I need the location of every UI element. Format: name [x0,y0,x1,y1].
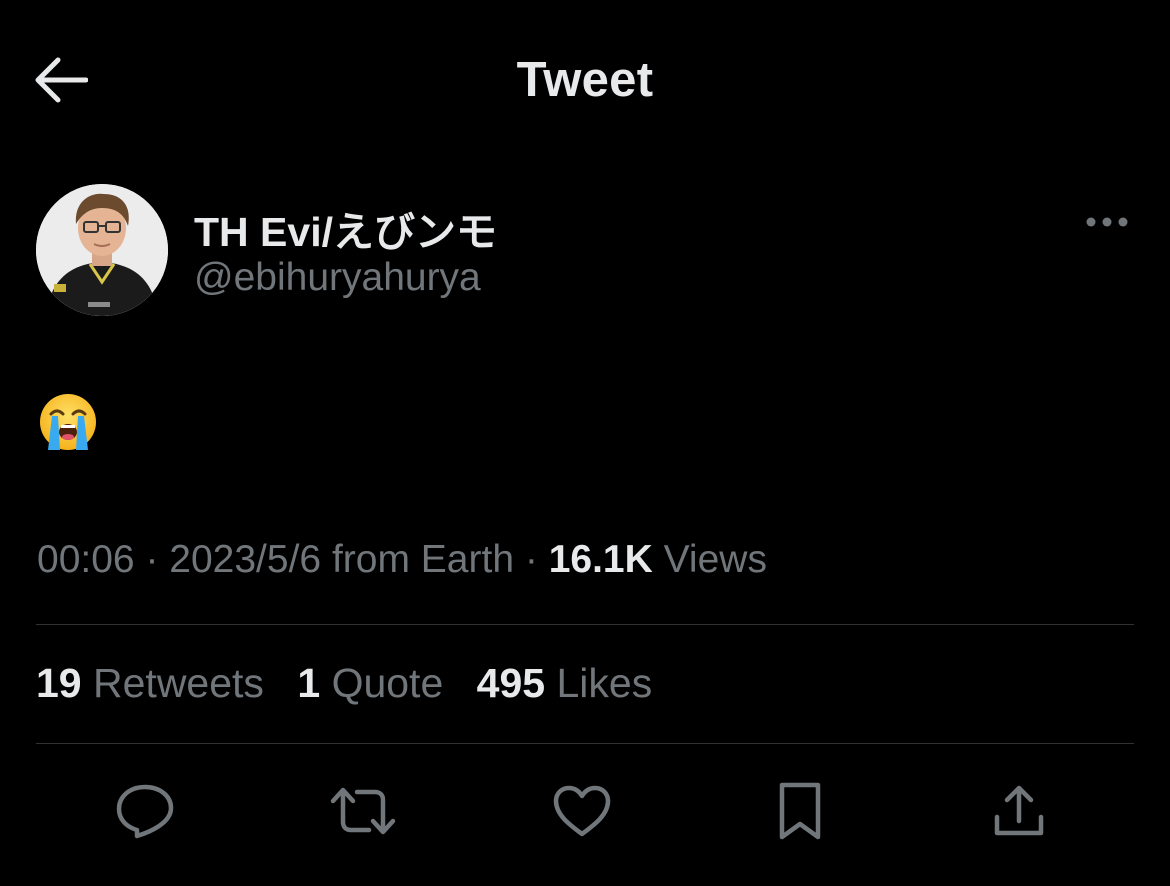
reply-icon [116,784,174,839]
retweets-count: 19 [36,660,82,706]
author-handle[interactable]: @ebihuryahurya [194,256,481,300]
like-button[interactable] [547,776,617,846]
tweet-meta: 00:06 · 2023/5/6 from Earth · 16.1K View… [37,538,767,582]
more-options-button[interactable] [1080,200,1134,244]
bookmark-button[interactable] [765,776,835,846]
quotes-count: 1 [297,660,321,706]
avatar[interactable] [36,184,168,316]
likes-stat[interactable]: 495 Likes [477,660,653,707]
header-bar: Tweet [0,0,1170,160]
page-title: Tweet [516,53,654,107]
avatar-photo [36,184,168,316]
meta-separator: · [524,538,538,581]
tweet-detail-screen: Tweet TH Evi/えびンモ @ebihuryahurya 00:06 ·… [0,0,1170,886]
like-icon [553,785,611,837]
tweet-source: from Earth [331,538,515,581]
quotes-stat[interactable]: 1 Quote [297,660,443,707]
tweet-time[interactable]: 00:06 [37,538,135,581]
share-icon [994,785,1044,836]
quotes-label: Quote [331,660,444,706]
tweet-date[interactable]: 2023/5/6 [169,538,321,581]
retweets-label: Retweets [93,660,264,706]
retweet-icon [330,787,396,835]
loudly-crying-face-emoji [40,394,96,450]
views-count[interactable]: 16.1K [549,538,653,581]
retweets-stat[interactable]: 19 Retweets [36,660,264,707]
tweet-text [38,392,104,458]
author-display-name[interactable]: TH Evi/えびンモ [194,198,497,258]
likes-count: 495 [476,660,546,706]
reply-button[interactable] [110,776,180,846]
more-horizontal-icon [1086,217,1128,227]
engagement-stats: 19 Retweets 1 Quote 495 Likes [36,660,674,707]
meta-separator: · [145,538,159,581]
likes-label: Likes [556,660,653,706]
retweet-button[interactable] [328,776,398,846]
divider [36,624,1134,625]
views-label[interactable]: Views [664,538,767,581]
share-button[interactable] [984,776,1054,846]
divider [36,743,1134,744]
bookmark-icon [779,782,821,840]
